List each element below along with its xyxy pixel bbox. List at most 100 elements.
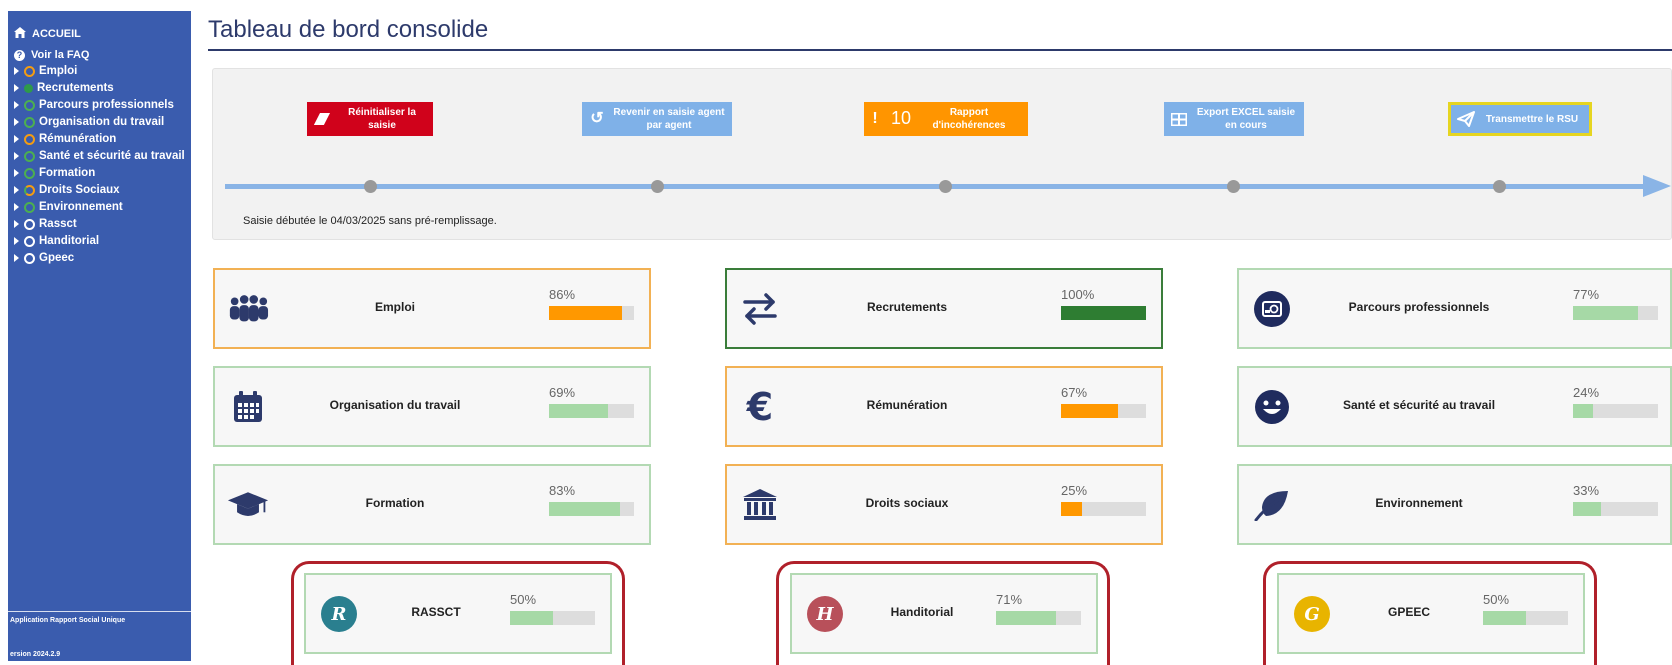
expand-icon: [14, 67, 19, 75]
progress-bar: [1061, 502, 1146, 516]
sidebar-item-rassct[interactable]: Rassct: [14, 216, 77, 232]
card-percentage: 24%: [1573, 385, 1600, 400]
sidebar-item-label: Droits Sociaux: [39, 184, 120, 196]
module-card-sante[interactable]: Santé et sécurité au travail 24%: [1237, 366, 1672, 447]
sidebar-item-environnement[interactable]: Environnement: [14, 199, 123, 215]
status-icon: [24, 83, 33, 93]
transmit-button[interactable]: Transmettre le RSU: [1448, 102, 1592, 136]
calendar-icon: [227, 386, 269, 428]
sidebar-home[interactable]: ACCUEIL: [14, 27, 81, 41]
sidebar-item-emploi[interactable]: Emploi: [14, 63, 77, 79]
group-icon: [227, 288, 269, 330]
progress-bar: [1573, 306, 1658, 320]
expand-icon: [14, 135, 19, 143]
card-title: Formation: [365, 496, 425, 510]
expand-icon: [14, 254, 19, 262]
progress-fill: [549, 306, 623, 320]
progress-fill: [1061, 306, 1146, 320]
timeline-arrow: [1643, 175, 1671, 197]
app-version: ersion 2024.2.9: [10, 651, 61, 658]
status-icon: [24, 133, 35, 145]
module-card-remuneration[interactable]: € Rémunération 67%: [725, 366, 1163, 447]
progress-bar: [549, 404, 634, 418]
sidebar-item-label: Organisation du travail: [39, 116, 165, 128]
module-card-emploi[interactable]: Emploi 86%: [213, 268, 651, 349]
sidebar-item-organisation[interactable]: Organisation du travail: [14, 114, 164, 130]
sidebar-item-remuneration[interactable]: Rémunération: [14, 131, 116, 147]
report-button[interactable]: ! 10 Rapport d'incohérences: [864, 102, 1028, 136]
sidebar-item-label: Formation: [39, 167, 96, 179]
app-name: Application Rapport Social Unique: [10, 617, 126, 624]
undo-icon: ↺: [590, 109, 604, 127]
expand-icon: [14, 220, 19, 228]
institution-icon: [739, 484, 781, 526]
reset-button[interactable]: Réinitialiser la saisie: [307, 102, 433, 136]
sidebar-item-label: Recrutements: [37, 82, 114, 94]
progress-fill: [1061, 502, 1083, 516]
module-card-organisation[interactable]: Organisation du travail 69%: [213, 366, 651, 447]
sidebar-item-sante[interactable]: Santé et sécurité au travail: [14, 148, 185, 164]
module-card-recrutements[interactable]: Recrutements 100%: [725, 268, 1163, 349]
module-card-formation[interactable]: Formation 83%: [213, 464, 651, 545]
card-percentage: 71%: [996, 592, 1023, 607]
warning-icon: !: [872, 109, 878, 127]
progress-fill: [996, 611, 1057, 625]
timeline-step: [364, 180, 377, 193]
card-percentage: 83%: [549, 483, 576, 498]
sidebar-item-label: Rémunération: [39, 133, 117, 145]
module-card-gpeec[interactable]: G GPEEC 50%: [1277, 573, 1585, 654]
graduation-cap-icon: [227, 484, 269, 526]
module-card-environnement[interactable]: Environnement 33%: [1237, 464, 1672, 545]
expand-icon: [14, 101, 19, 109]
sidebar-item-label: Gpeec: [39, 252, 75, 264]
module-card-parcours[interactable]: Parcours professionnels 77%: [1237, 268, 1672, 349]
sidebar-item-label: Handitorial: [39, 235, 100, 247]
progress-bar: [1573, 404, 1658, 418]
sidebar-home-label: ACCUEIL: [32, 28, 81, 40]
sidebar-divider: [8, 611, 191, 612]
table-icon: [1164, 112, 1194, 126]
timeline-step: [651, 180, 664, 193]
card-percentage: 25%: [1061, 483, 1088, 498]
card-title: Organisation du travail: [329, 398, 461, 412]
module-card-rassct[interactable]: R RASSCT 50%: [304, 573, 612, 654]
title-underline: [208, 49, 1672, 51]
sidebar: ACCUEIL ? Voir la FAQ Emploi Recrutement…: [8, 11, 191, 661]
progress-fill: [549, 404, 608, 418]
exchange-arrows-icon: [739, 288, 781, 330]
sidebar-faq[interactable]: ? Voir la FAQ: [14, 49, 89, 61]
status-icon: [24, 201, 35, 213]
home-icon: [14, 27, 26, 41]
module-card-handitorial[interactable]: H Handitorial 71%: [790, 573, 1098, 654]
export-excel-button[interactable]: Export EXCEL saisie en cours: [1164, 102, 1304, 136]
expand-icon: [14, 152, 19, 160]
progress-bar: [1573, 502, 1658, 516]
card-percentage: 50%: [1483, 592, 1510, 607]
report-count: 10: [890, 108, 912, 129]
sidebar-item-gpeec[interactable]: Gpeec: [14, 250, 74, 266]
status-icon: [24, 218, 35, 230]
module-card-droits[interactable]: Droits sociaux 25%: [725, 464, 1163, 545]
card-title: Rémunération: [866, 398, 948, 412]
expand-icon: [14, 118, 19, 126]
id-badge-icon: [1251, 288, 1293, 330]
progress-fill: [1483, 611, 1526, 625]
status-icon: [24, 116, 35, 128]
progress-fill: [1061, 404, 1118, 418]
back-to-agent-button[interactable]: ↺ Revenir en saisie agent par agent: [582, 102, 732, 136]
sidebar-item-parcours[interactable]: Parcours professionnels: [14, 97, 174, 113]
sidebar-item-handitorial[interactable]: Handitorial: [14, 233, 99, 249]
status-icon: [24, 65, 35, 77]
sidebar-item-recrutements[interactable]: Recrutements: [14, 80, 114, 96]
card-title: Santé et sécurité au travail: [1342, 398, 1496, 412]
progress-bar: [1483, 611, 1568, 625]
sidebar-item-formation[interactable]: Formation: [14, 165, 95, 181]
timeline-track: [225, 184, 1645, 189]
status-icon: [24, 150, 35, 162]
eraser-icon: [307, 113, 337, 125]
workflow-panel: Réinitialiser la saisie ↺ Revenir en sai…: [212, 68, 1672, 240]
progress-bar: [1061, 306, 1146, 320]
progress-fill: [1573, 306, 1639, 320]
card-percentage: 77%: [1573, 287, 1600, 302]
sidebar-item-droits[interactable]: Droits Sociaux: [14, 182, 120, 198]
